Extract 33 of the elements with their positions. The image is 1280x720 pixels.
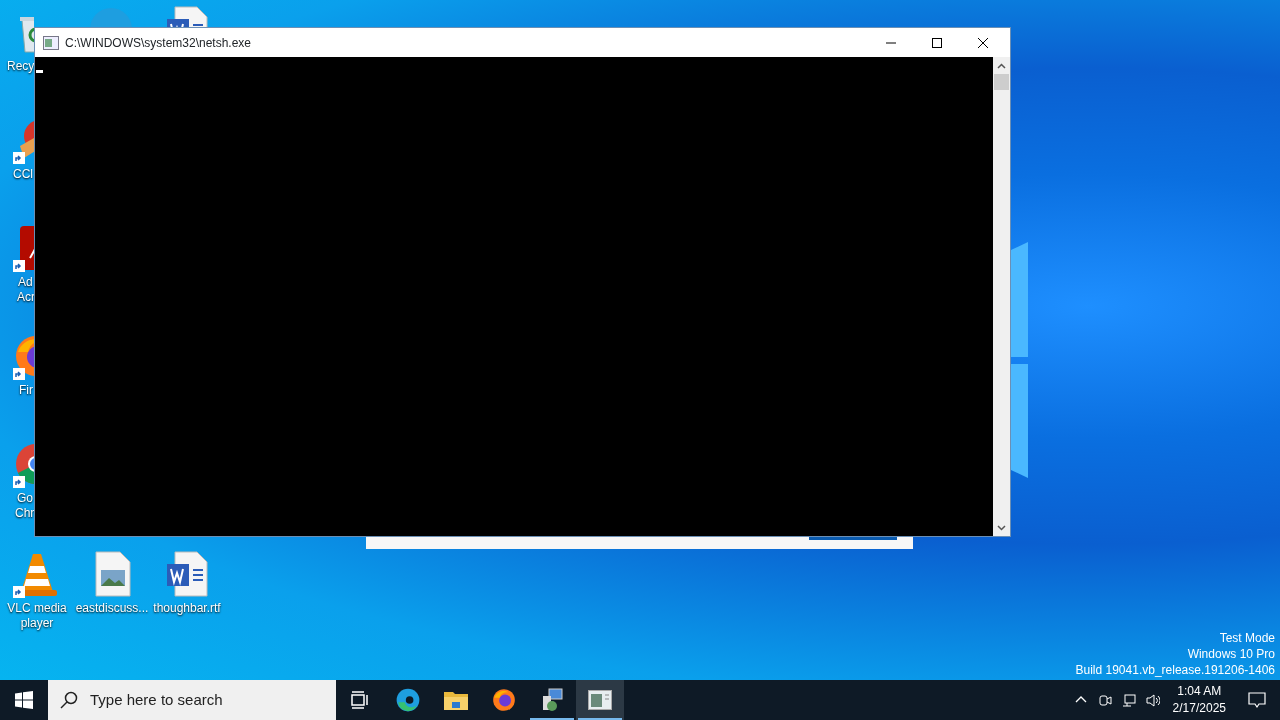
icon-label: Recy bbox=[6, 59, 35, 74]
console-window-icon bbox=[588, 690, 612, 710]
console-icon bbox=[43, 35, 59, 50]
icon-label: VLC media bbox=[7, 601, 67, 616]
task-view-icon bbox=[349, 690, 371, 710]
icon-label: Chr bbox=[14, 506, 35, 521]
icon-label: Fir bbox=[18, 383, 33, 398]
taskbar-app-button[interactable] bbox=[576, 680, 624, 720]
clock-date: 2/17/2025 bbox=[1172, 700, 1226, 717]
icon-label: Ad bbox=[17, 275, 33, 290]
icon-label: Acr bbox=[16, 290, 35, 305]
desktop-info-text: Build 19041.vb_release.191206-1406 bbox=[1075, 662, 1275, 678]
search-box[interactable]: Type here to search bbox=[48, 680, 336, 720]
folder-icon bbox=[444, 690, 468, 710]
scrollbar-thumb[interactable] bbox=[994, 74, 1009, 90]
maximize-icon bbox=[932, 37, 942, 48]
search-icon bbox=[60, 691, 78, 709]
icon-label: eastdiscuss... bbox=[75, 601, 149, 616]
fox-globe-icon bbox=[491, 687, 517, 713]
icon-label: Go bbox=[16, 491, 33, 506]
desktop-info-text: Windows 10 Pro bbox=[1186, 646, 1275, 662]
icon-label: thoughbar.rtf bbox=[153, 601, 221, 616]
search-field[interactable]: Type here to search bbox=[88, 687, 318, 713]
close-icon bbox=[978, 37, 988, 48]
edge-browser-icon bbox=[395, 687, 421, 713]
scrollbar[interactable] bbox=[993, 57, 1010, 536]
icon-label: CCl bbox=[12, 167, 33, 182]
clock-time: 1:04 AM bbox=[1176, 683, 1223, 700]
window-title: C:\WINDOWS\system32\netsh.exe bbox=[64, 34, 253, 52]
icon-label: player bbox=[20, 616, 54, 631]
installer-icon bbox=[540, 688, 564, 712]
desktop-info-text: Test Mode bbox=[1218, 630, 1275, 646]
windows-logo-icon bbox=[15, 691, 33, 709]
